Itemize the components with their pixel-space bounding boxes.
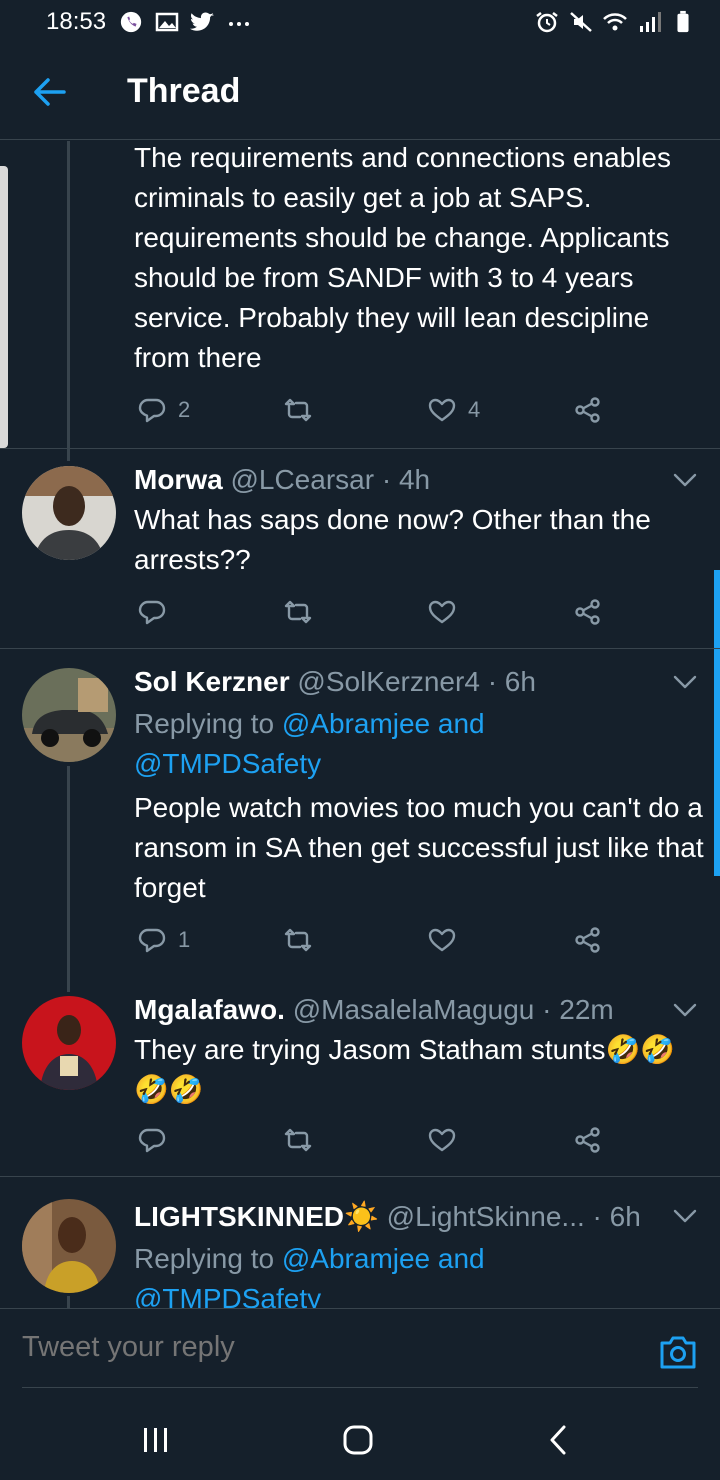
share-icon (575, 599, 600, 625)
retweet-icon (284, 1128, 312, 1152)
heart-icon (428, 398, 456, 422)
status-bar: 18:53 (0, 0, 720, 44)
alarm-icon (536, 12, 558, 33)
user-handle[interactable]: @SolKerzner4 (297, 666, 480, 697)
tweet-time: · 22m (542, 994, 614, 1025)
replying-to: Replying to @Abramjee and @TMPDSafety (134, 1239, 674, 1308)
share-button[interactable] (574, 596, 602, 628)
reply-icon (138, 398, 166, 423)
gallery-icon (155, 12, 179, 32)
user-handle[interactable]: @LCearsar (230, 464, 374, 495)
user-name[interactable]: Mgalafawo. (134, 994, 285, 1025)
tweet-time: · 6h (592, 1201, 641, 1232)
retweet-icon (284, 928, 312, 952)
share-button[interactable] (574, 394, 602, 426)
user-name[interactable]: LIGHTSKINNED☀️ (134, 1201, 379, 1232)
like-button[interactable] (428, 1124, 456, 1156)
reply-button[interactable]: 1 (138, 924, 190, 956)
chevron-down-icon[interactable] (672, 674, 698, 690)
reply-composer (0, 1308, 720, 1400)
replying-to-label: Replying to (134, 708, 282, 739)
mute-icon (570, 12, 592, 32)
chevron-down-icon[interactable] (672, 1002, 698, 1018)
share-icon (575, 397, 600, 423)
camera-icon[interactable] (658, 1333, 698, 1371)
viber-icon (120, 11, 142, 33)
like-button[interactable] (428, 596, 456, 628)
share-button[interactable] (574, 1124, 602, 1156)
reply-count: 2 (178, 397, 191, 422)
back-arrow-icon[interactable] (32, 76, 68, 108)
tweet-text: They are trying Jasom Statham stunts🤣🤣🤣🤣 (134, 1034, 676, 1105)
status-time: 18:53 (46, 8, 107, 35)
retweet-button[interactable] (284, 394, 312, 426)
recent-apps-icon[interactable] (136, 1422, 176, 1458)
reply-button[interactable] (138, 596, 166, 628)
scrollbar[interactable] (714, 570, 720, 876)
retweet-icon (284, 398, 312, 422)
edge-scroll-handle[interactable] (0, 166, 8, 448)
wifi-icon (603, 13, 627, 31)
tweet-header: LIGHTSKINNED☀️ @LightSkinne... · 6h (134, 1197, 641, 1237)
divider (0, 448, 720, 449)
share-button[interactable] (574, 924, 602, 956)
divider (22, 1387, 698, 1388)
user-name[interactable]: Sol Kerzner (134, 666, 290, 697)
like-count: 4 (468, 397, 481, 422)
chevron-down-icon[interactable] (672, 472, 698, 488)
tweet[interactable]: LIGHTSKINNED☀️ @LightSkinne... · 6h Repl… (0, 1177, 720, 1308)
heart-icon (428, 928, 456, 952)
heart-icon (428, 600, 456, 624)
tweet-header: Morwa @LCearsar · 4h (134, 460, 430, 500)
signal-icon (640, 12, 661, 32)
more-dots-icon (229, 22, 250, 26)
user-name[interactable]: Morwa (134, 464, 223, 495)
avatar[interactable] (22, 1199, 116, 1293)
header: Thread (0, 44, 720, 140)
reply-input[interactable] (22, 1331, 622, 1364)
like-button[interactable]: 4 (428, 394, 480, 426)
tweet-text: What has saps done now? Other than the a… (134, 504, 651, 575)
tweet-header: Mgalafawo. @MasalelaMagugu · 22m (134, 990, 614, 1030)
share-icon (575, 1127, 600, 1153)
avatar[interactable] (22, 996, 116, 1090)
system-navbar (0, 1400, 720, 1480)
twitter-icon (190, 12, 215, 31)
tweet-header: Sol Kerzner @SolKerzner4 · 6h (134, 662, 536, 702)
reply-icon (138, 1128, 166, 1153)
tweet-text: People watch movies too much you can't d… (134, 792, 704, 903)
avatar[interactable] (22, 466, 116, 560)
divider (0, 648, 720, 649)
retweet-icon (284, 600, 312, 624)
tweet-time: · 6h (487, 666, 536, 697)
battery-icon (677, 10, 689, 33)
back-icon[interactable] (540, 1422, 580, 1458)
tweet-time: · 4h (381, 464, 431, 495)
chevron-down-icon[interactable] (672, 1208, 698, 1224)
tweet-text: The requirements and connections enables… (134, 142, 672, 373)
reply-button[interactable] (138, 1124, 166, 1156)
user-handle[interactable]: @MasalelaMagugu (293, 994, 535, 1025)
reply-icon (138, 928, 166, 953)
reply-icon (138, 600, 166, 625)
reply-button[interactable]: 2 (138, 394, 190, 426)
retweet-button[interactable] (284, 1124, 312, 1156)
thread-line (67, 141, 70, 461)
replying-to-label: Replying to (134, 1243, 282, 1274)
avatar[interactable] (22, 668, 116, 762)
like-button[interactable] (428, 924, 456, 956)
share-icon (575, 927, 600, 953)
retweet-button[interactable] (284, 924, 312, 956)
replying-to: Replying to @Abramjee and @TMPDSafety (134, 704, 674, 784)
heart-icon (428, 1128, 456, 1152)
page-title: Thread (127, 72, 241, 110)
home-icon[interactable] (338, 1422, 378, 1458)
retweet-button[interactable] (284, 596, 312, 628)
thread-line (67, 766, 70, 992)
user-handle[interactable]: @LightSkinne... (387, 1201, 585, 1232)
reply-count: 1 (178, 927, 191, 952)
